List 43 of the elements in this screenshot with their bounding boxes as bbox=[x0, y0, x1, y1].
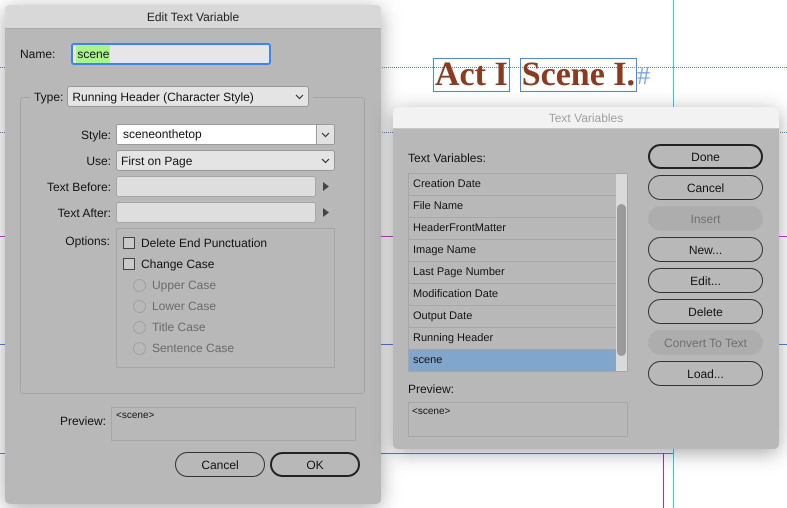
triangle-right-icon[interactable] bbox=[323, 182, 329, 191]
dialog-button[interactable]: Cancel bbox=[648, 175, 763, 200]
field-label: Style: bbox=[80, 126, 112, 144]
window-title: Text Variables bbox=[548, 110, 624, 126]
checkbox[interactable] bbox=[123, 237, 135, 249]
preview-label: Preview: bbox=[408, 381, 456, 398]
list-label: Text Variables: bbox=[408, 150, 487, 167]
checkbox-option[interactable]: Delete End Punctuation bbox=[123, 235, 334, 251]
end-of-story-mark: # bbox=[637, 60, 650, 92]
chevron-down-icon bbox=[321, 132, 330, 138]
dialog-button[interactable]: Delete bbox=[648, 299, 763, 324]
field-label: Text Before: bbox=[46, 178, 112, 196]
input-field[interactable] bbox=[116, 202, 316, 223]
chevron-down-icon bbox=[321, 158, 330, 164]
variable-list-item[interactable]: scene bbox=[409, 350, 616, 372]
dialog-button[interactable]: Edit... bbox=[648, 268, 763, 293]
dialog-button[interactable]: OK bbox=[270, 452, 360, 477]
combo-value: sceneonthetop bbox=[122, 126, 203, 143]
dialog-button[interactable]: Load... bbox=[648, 361, 763, 386]
checkbox-option[interactable]: Change Case bbox=[123, 256, 334, 272]
field-label: Use: bbox=[85, 152, 112, 170]
input-field[interactable] bbox=[116, 176, 316, 197]
preview-box: <scene> bbox=[111, 407, 356, 441]
running-header-text: Act I bbox=[433, 58, 510, 92]
triangle-right-icon[interactable] bbox=[323, 208, 329, 217]
field-label: Text After: bbox=[56, 204, 112, 222]
type-dropdown[interactable]: Running Header (Character Style) bbox=[67, 86, 310, 107]
dialog-button[interactable]: New... bbox=[648, 237, 763, 262]
type-label: Type: bbox=[34, 88, 64, 106]
running-header-text: Scene I. bbox=[520, 58, 638, 92]
options-label: Options: bbox=[64, 233, 111, 250]
use-dropdown[interactable]: First on Page bbox=[116, 150, 335, 171]
name-label: Name: bbox=[20, 46, 56, 63]
window-title: Edit Text Variable bbox=[146, 8, 240, 26]
preview-box: <scene> bbox=[408, 402, 628, 437]
name-input-field[interactable]: scene bbox=[71, 43, 272, 65]
dialog-button[interactable]: Cancel bbox=[175, 452, 265, 477]
checkbox[interactable] bbox=[123, 258, 135, 270]
chevron-down-icon bbox=[295, 94, 304, 100]
preview-label: Preview: bbox=[60, 413, 106, 430]
dialog-button[interactable]: Done bbox=[648, 144, 763, 169]
style-combo-box[interactable]: sceneonthetop bbox=[116, 124, 335, 145]
scrollbar[interactable] bbox=[616, 174, 627, 371]
